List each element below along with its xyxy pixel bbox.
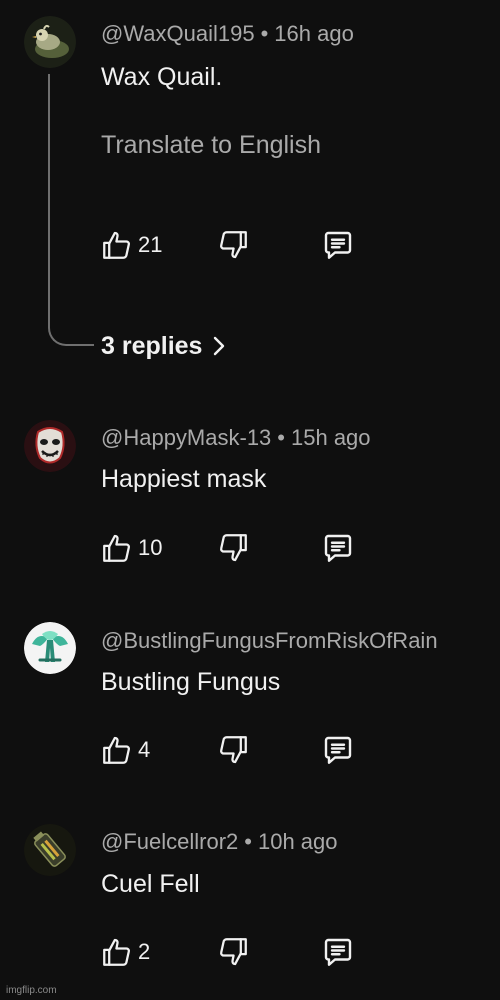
comment-actions: 10: [100, 528, 400, 568]
like-count: 10: [138, 535, 163, 560]
chevron-right-icon: [214, 336, 225, 356]
dislike-button[interactable]: [216, 730, 250, 770]
dislike-button[interactable]: [216, 528, 250, 568]
thumbs-down-icon: [220, 736, 247, 764]
dislike-button[interactable]: [216, 225, 250, 265]
comment-actions: 21: [100, 225, 400, 265]
dislike-button[interactable]: [216, 932, 250, 972]
reply-button[interactable]: [320, 730, 356, 770]
replies-label: 3 replies: [101, 332, 203, 360]
meta-separator: •: [244, 829, 252, 854]
comment-item: @Fuelcellror2 • 10h ago Cuel Fell 2: [0, 800, 500, 1000]
comment-item: @HappyMask-13 • 15h ago Happiest mask 10: [0, 380, 500, 590]
thumbs-down-icon: [220, 231, 247, 259]
reply-button[interactable]: [320, 528, 356, 568]
comment-reply-icon: [324, 736, 352, 764]
comment-text: Happiest mask: [101, 465, 267, 493]
comment-reply-icon: [324, 938, 352, 966]
reply-button[interactable]: [320, 932, 356, 972]
comment-timestamp[interactable]: 10h ago: [258, 829, 338, 854]
thumbs-down-icon: [220, 534, 247, 562]
comment-item: @WaxQuail195 • 16h ago Wax Quail. Translat…: [0, 0, 500, 380]
comment-meta: @WaxQuail195 • 16h ago: [101, 21, 354, 47]
comment-author[interactable]: @Fuelcellror2: [101, 829, 238, 854]
comment-timestamp[interactable]: 15h ago: [291, 425, 371, 450]
comment-timestamp[interactable]: 16h ago: [274, 21, 354, 46]
comment-author[interactable]: @BustlingFungusFromRiskOfRain: [101, 628, 438, 653]
like-button[interactable]: 10: [100, 528, 162, 568]
comment-meta: @Fuelcellror2 • 10h ago: [101, 829, 338, 855]
like-count: 2: [138, 939, 151, 964]
comment-meta: @HappyMask-13 • 15h ago: [101, 425, 371, 451]
thumbs-up-icon: [103, 938, 130, 966]
comment-actions: 2: [100, 932, 400, 972]
comment-actions: 4: [100, 730, 400, 770]
meta-separator: •: [260, 21, 269, 46]
reply-button[interactable]: [320, 225, 356, 265]
comment-reply-icon: [324, 534, 352, 562]
thread-connector-line: [48, 74, 94, 346]
like-count: 21: [138, 232, 163, 257]
view-replies-button[interactable]: 3 replies: [101, 331, 226, 361]
thumbs-down-icon: [220, 938, 247, 966]
watermark: imgflip.com: [6, 985, 57, 996]
comment-item: @BustlingFungusFromRiskOfRain Bustling F…: [0, 590, 500, 800]
translate-button[interactable]: Translate to English: [101, 130, 321, 160]
like-button[interactable]: 2: [100, 932, 150, 972]
fungus-avatar-icon[interactable]: [24, 622, 76, 674]
comment-text: Bustling Fungus: [101, 668, 281, 696]
quail-avatar-icon[interactable]: [24, 16, 76, 68]
comment-text: Cuel Fell: [101, 870, 200, 898]
fuel-cell-avatar-icon[interactable]: [24, 824, 76, 876]
comment-meta: @BustlingFungusFromRiskOfRain: [101, 628, 438, 654]
thumbs-up-icon: [103, 736, 130, 764]
like-button[interactable]: 21: [100, 225, 162, 265]
comment-reply-icon: [324, 231, 352, 259]
comment-author[interactable]: @HappyMask-13: [101, 425, 271, 450]
mask-avatar-icon[interactable]: [24, 420, 76, 472]
like-count: 4: [138, 737, 151, 762]
thumbs-up-icon: [103, 231, 130, 259]
like-button[interactable]: 4: [100, 730, 150, 770]
thumbs-up-icon: [103, 534, 130, 562]
comment-text: Wax Quail.: [101, 63, 223, 91]
comment-author[interactable]: @WaxQuail195: [101, 21, 255, 46]
meta-separator: •: [277, 425, 285, 450]
